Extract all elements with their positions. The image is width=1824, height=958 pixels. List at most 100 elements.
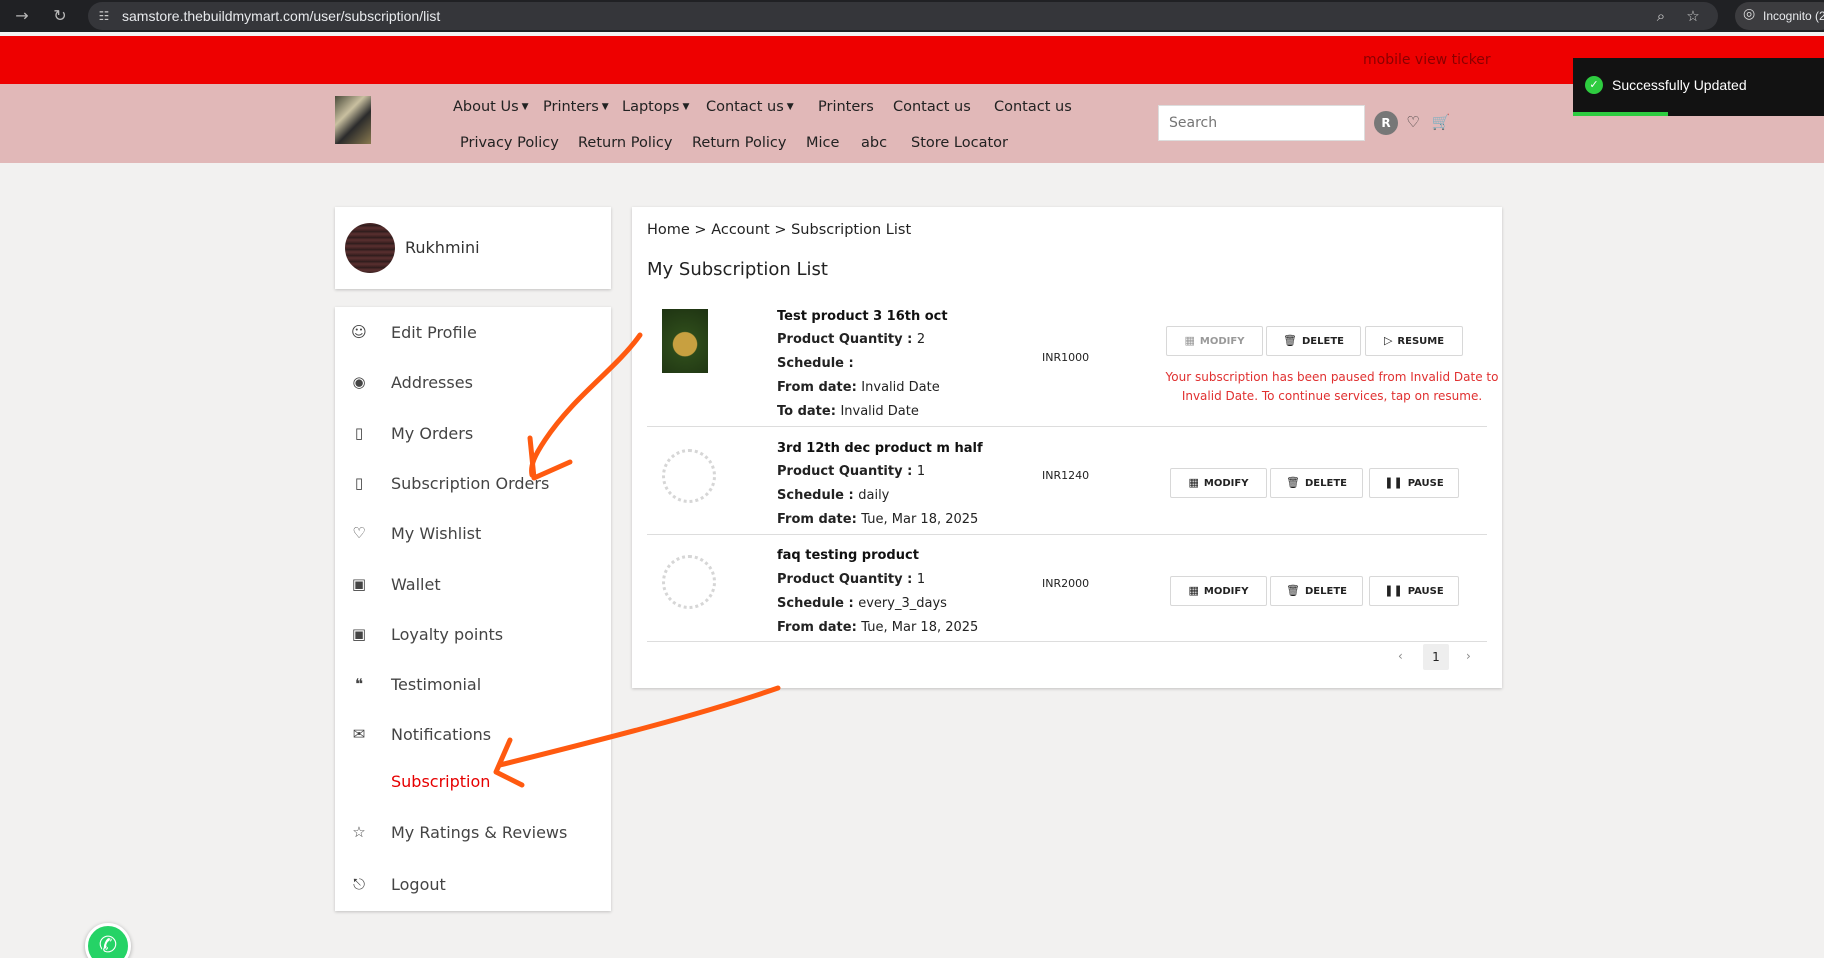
from-value: Tue, Mar 18, 2025 bbox=[861, 620, 979, 635]
button-label: PAUSE bbox=[1407, 586, 1444, 597]
nav-contact-us-2[interactable]: Contact us bbox=[994, 99, 1072, 115]
product-quantity: Product Quantity : 1 bbox=[777, 572, 925, 587]
nav-contact-us-dropdown[interactable]: Contact us ▼ bbox=[706, 99, 794, 115]
reload-icon[interactable]: ↻ bbox=[48, 4, 72, 28]
toast-progress-bar bbox=[1573, 112, 1668, 116]
pause-icon: ❚❚ bbox=[1384, 584, 1403, 597]
search-input[interactable] bbox=[1158, 105, 1365, 141]
site-header: About Us ▼ Printers ▼ Laptops ▼ Contact us ▼… bbox=[0, 84, 1824, 163]
incognito-icon: ◎ bbox=[1743, 6, 1756, 22]
pause-button[interactable]: ❚❚ PAUSE bbox=[1369, 576, 1459, 606]
from-label: From date: bbox=[777, 380, 862, 395]
menu-item-my-wishlist[interactable]: ♡ My Wishlist bbox=[335, 513, 611, 553]
pagination-page[interactable]: 1 bbox=[1423, 644, 1449, 670]
site-info-icon[interactable]: ☷ bbox=[96, 8, 112, 24]
quote-icon: ❝ bbox=[354, 675, 364, 693]
nav-printers-dropdown[interactable]: Printers ▼ bbox=[543, 99, 609, 115]
nav-about-us[interactable]: About Us ▼ bbox=[453, 99, 529, 115]
from-value: Tue, Mar 18, 2025 bbox=[861, 512, 979, 527]
from-label: From date: bbox=[777, 620, 862, 635]
wishlist-heart-icon[interactable]: ♡ bbox=[1403, 112, 1423, 132]
menu-item-loyalty-points[interactable]: ▣ Loyalty points bbox=[335, 614, 611, 654]
whatsapp-icon[interactable]: ✆ bbox=[85, 923, 131, 958]
product-image[interactable] bbox=[662, 449, 716, 503]
pagination-prev[interactable]: ‹ bbox=[1398, 649, 1403, 663]
nav-return-policy[interactable]: Return Policy bbox=[578, 135, 672, 151]
menu-label: Loyalty points bbox=[391, 625, 504, 644]
location-pin-icon: ◉ bbox=[352, 373, 366, 391]
breadcrumb: Home > Account > Subscription List bbox=[647, 222, 912, 238]
nav-laptops[interactable]: Laptops ▼ bbox=[622, 99, 689, 115]
menu-item-my-orders[interactable]: ▯ My Orders bbox=[335, 413, 611, 453]
nav-mice[interactable]: Mice bbox=[806, 135, 839, 151]
heart-icon: ♡ bbox=[352, 524, 366, 542]
menu-item-subscription[interactable]: Subscription bbox=[335, 761, 611, 801]
product-image[interactable] bbox=[662, 555, 716, 609]
menu-label: My Ratings & Reviews bbox=[391, 823, 568, 842]
nav-label: Laptops bbox=[622, 99, 680, 115]
nav-abc[interactable]: abc bbox=[861, 135, 887, 151]
menu-label: My Wishlist bbox=[391, 524, 482, 543]
zoom-icon[interactable]: ⌕ bbox=[1651, 6, 1671, 26]
product-price: INR1000 bbox=[1042, 351, 1090, 364]
product-name[interactable]: Test product 3 16th oct bbox=[777, 309, 948, 324]
profile-avatar bbox=[345, 223, 395, 273]
address-bar[interactable]: ☷ samstore.thebuildmymart.com/user/subsc… bbox=[88, 2, 1718, 30]
resume-button[interactable]: ▷ RESUME bbox=[1365, 326, 1463, 356]
product-image[interactable] bbox=[662, 309, 708, 373]
menu-label: Subscription bbox=[391, 772, 491, 791]
product-to-date: To date: Invalid Date bbox=[777, 404, 919, 419]
quantity-value: 2 bbox=[916, 332, 926, 347]
subscription-list-card: Home > Account > Subscription List My Su… bbox=[632, 207, 1502, 688]
modify-button[interactable]: ▦ MODIFY bbox=[1166, 326, 1263, 356]
modify-button[interactable]: ▦ MODIFY bbox=[1170, 468, 1267, 498]
url-text: samstore.thebuildmymart.com/user/subscri… bbox=[122, 8, 441, 24]
pagination-next[interactable]: › bbox=[1466, 649, 1471, 663]
menu-item-subscription-orders[interactable]: ▯ Subscription Orders bbox=[335, 463, 611, 503]
cart-icon[interactable]: 🛒 bbox=[1431, 112, 1451, 132]
product-name[interactable]: faq testing product bbox=[777, 548, 919, 563]
modify-button[interactable]: ▦ MODIFY bbox=[1170, 576, 1267, 606]
product-name[interactable]: 3rd 12th dec product m half bbox=[777, 441, 983, 456]
nav-label: Contact us bbox=[706, 99, 784, 115]
forward-icon[interactable]: → bbox=[10, 4, 34, 28]
user-avatar[interactable]: R bbox=[1374, 111, 1398, 135]
menu-label: Subscription Orders bbox=[391, 474, 550, 493]
trash-icon: 🗑 bbox=[1283, 334, 1297, 347]
page-title: My Subscription List bbox=[647, 259, 828, 280]
bookmark-star-icon[interactable]: ☆ bbox=[1683, 6, 1703, 26]
incognito-badge[interactable]: ◎ Incognito (2 bbox=[1735, 2, 1824, 30]
delete-button[interactable]: 🗑 DELETE bbox=[1266, 326, 1361, 356]
menu-item-notifications[interactable]: ✉ Notifications bbox=[335, 714, 611, 754]
site-logo[interactable] bbox=[335, 96, 371, 144]
pause-button[interactable]: ❚❚ PAUSE bbox=[1369, 468, 1459, 498]
quantity-label: Product Quantity : bbox=[777, 332, 917, 347]
menu-item-addresses[interactable]: ◉ Addresses bbox=[335, 362, 611, 402]
menu-item-edit-profile[interactable]: ☺ Edit Profile bbox=[335, 312, 611, 352]
menu-item-ratings-reviews[interactable]: ☆ My Ratings & Reviews bbox=[335, 812, 611, 852]
menu-label: Logout bbox=[391, 875, 446, 894]
nav-return-policy-2[interactable]: Return Policy bbox=[692, 135, 786, 151]
menu-item-logout[interactable]: ⎋ Logout bbox=[335, 864, 611, 904]
delete-button[interactable]: 🗑 DELETE bbox=[1270, 468, 1363, 498]
nav-privacy-policy[interactable]: Privacy Policy bbox=[460, 135, 559, 151]
delete-button[interactable]: 🗑 DELETE bbox=[1270, 576, 1363, 606]
nav-contact-us[interactable]: Contact us bbox=[893, 99, 971, 115]
button-label: DELETE bbox=[1304, 478, 1347, 489]
menu-label: Notifications bbox=[391, 725, 492, 744]
product-from-date: From date: Invalid Date bbox=[777, 380, 940, 395]
product-schedule: Schedule : daily bbox=[777, 488, 889, 503]
paused-message: Your subscription has been paused from I… bbox=[1165, 370, 1499, 403]
trash-icon: 🗑 bbox=[1286, 584, 1300, 597]
button-label: DELETE bbox=[1301, 336, 1344, 347]
nav-printers[interactable]: Printers bbox=[818, 99, 874, 115]
menu-item-wallet[interactable]: ▣ Wallet bbox=[335, 564, 611, 604]
caret-down-icon: ▼ bbox=[521, 102, 529, 112]
calendar-icon: ▦ bbox=[1188, 476, 1199, 489]
product-price: INR2000 bbox=[1042, 577, 1090, 590]
success-toast[interactable]: ✓ Successfully Updated bbox=[1573, 58, 1824, 116]
button-label: RESUME bbox=[1397, 336, 1445, 347]
button-label: MODIFY bbox=[1199, 336, 1245, 347]
menu-item-testimonial[interactable]: ❝ Testimonial bbox=[335, 664, 611, 704]
nav-store-locator[interactable]: Store Locator bbox=[911, 135, 1008, 151]
